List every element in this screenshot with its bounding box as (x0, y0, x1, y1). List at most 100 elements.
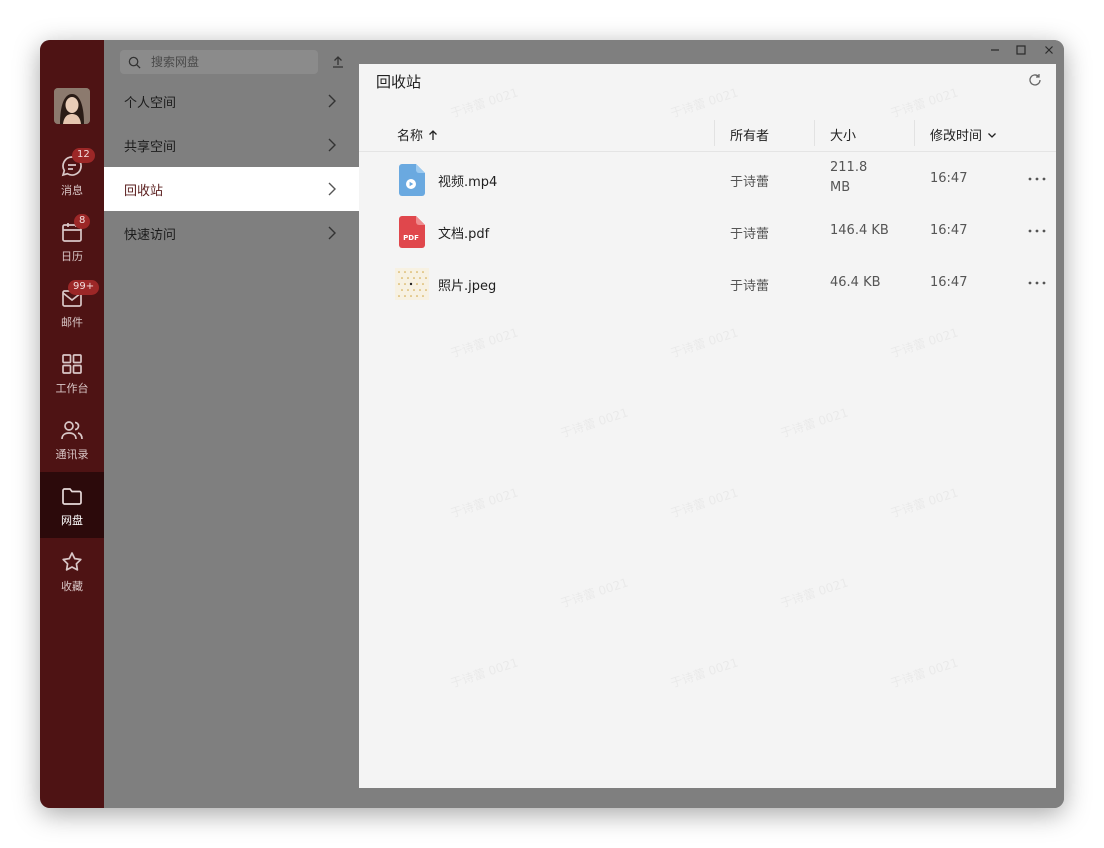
more-options-icon[interactable] (1027, 224, 1047, 238)
chevron-right-icon (328, 94, 336, 108)
upload-icon[interactable] (330, 54, 346, 70)
search-box (120, 50, 318, 74)
minimize-icon (991, 49, 999, 51)
sort-ascending-icon (429, 129, 437, 140)
pdf-badge-text: PDF (403, 234, 419, 242)
watermark: 于诗蕾 0021 (778, 404, 850, 442)
rail-item-mail[interactable]: 99+ 邮件 (40, 274, 104, 340)
chevron-right-icon (328, 226, 336, 240)
watermark: 于诗蕾 0021 (778, 574, 850, 612)
file-modified-time: 16:47 (930, 275, 968, 290)
watermark: 于诗蕾 0021 (668, 654, 740, 692)
column-owner[interactable]: 所有者 (730, 125, 769, 144)
pdf-file-icon: PDF (399, 216, 425, 248)
watermark: 于诗蕾 0021 (668, 84, 740, 122)
file-size: 146.4 KB (830, 223, 889, 238)
watermark: 于诗蕾 0021 (448, 484, 520, 522)
file-modified-time: 16:47 (930, 171, 968, 186)
rail-item-contacts[interactable]: 通讯录 (40, 406, 104, 472)
rail-label: 网盘 (61, 514, 83, 527)
nav-item-label: 快速访问 (124, 227, 177, 243)
watermark: 于诗蕾 0021 (888, 84, 960, 122)
file-modified-time: 16:47 (930, 223, 968, 238)
avatar[interactable] (54, 88, 90, 124)
folder-icon (62, 488, 82, 505)
watermark: 于诗蕾 0021 (558, 404, 630, 442)
file-size-unit: MB (830, 180, 851, 195)
mail-badge: 99+ (68, 280, 100, 295)
watermark: 于诗蕾 0021 (558, 574, 630, 612)
column-size-label: 大小 (830, 129, 857, 144)
nav-item-quick-access[interactable]: 快速访问 (104, 211, 359, 255)
search-icon (128, 56, 141, 69)
more-options-icon[interactable] (1027, 172, 1047, 186)
watermark: 于诗蕾 0021 (888, 654, 960, 692)
watermark: 于诗蕾 0021 (668, 324, 740, 362)
image-file-icon (395, 268, 429, 300)
calendar-badge: 8 (74, 214, 91, 229)
rail-label: 日历 (61, 250, 83, 263)
maximize-icon (1016, 45, 1026, 55)
file-size: 46.4 KB (830, 275, 881, 290)
rail-item-workbench[interactable]: 工作台 (40, 340, 104, 406)
star-icon (62, 552, 82, 571)
chevron-down-icon (988, 132, 996, 138)
search-input[interactable] (151, 55, 301, 69)
left-rail: 12 消息 8 日历 99+ 邮件 工作台 通讯录 网盘 收藏 (40, 40, 104, 808)
file-owner: 于诗蕾 (730, 175, 770, 190)
nav-item-label: 个人空间 (124, 95, 177, 111)
rail-label: 消息 (61, 184, 83, 197)
file-name[interactable]: 照片.jpeg (438, 275, 496, 294)
watermark: 于诗蕾 0021 (888, 484, 960, 522)
file-name[interactable]: 视频.mp4 (438, 171, 497, 190)
rail-label: 收藏 (61, 580, 83, 593)
table-row[interactable]: 视频.mp4 于诗蕾 211.8 MB 16:47 (359, 154, 1056, 206)
column-name-label: 名称 (397, 129, 424, 144)
watermark: 于诗蕾 0021 (448, 84, 520, 122)
table-header: 名称 所有者 大小 修改时间 (359, 117, 1056, 152)
table-row[interactable]: 照片.jpeg 于诗蕾 46.4 KB 16:47 (359, 258, 1056, 310)
file-owner: 于诗蕾 (730, 279, 770, 294)
chevron-right-icon (328, 138, 336, 152)
watermark: 于诗蕾 0021 (668, 484, 740, 522)
messages-badge: 12 (72, 148, 95, 163)
rail-item-messages[interactable]: 12 消息 (40, 142, 104, 208)
close-button[interactable] (1041, 42, 1057, 58)
nav-item-personal-space[interactable]: 个人空间 (104, 79, 359, 123)
table-row[interactable]: PDF 文档.pdf 于诗蕾 146.4 KB 16:47 (359, 206, 1056, 258)
column-separator (914, 120, 915, 146)
rail-label: 通讯录 (55, 448, 89, 461)
watermark: 于诗蕾 0021 (448, 654, 520, 692)
nav-item-recycle-bin[interactable]: 回收站 (104, 167, 359, 211)
maximize-button[interactable] (1013, 42, 1029, 58)
rail-item-calendar[interactable]: 8 日历 (40, 208, 104, 274)
watermark: 于诗蕾 0021 (448, 324, 520, 362)
app-window: 12 消息 8 日历 99+ 邮件 工作台 通讯录 网盘 收藏 搜索网盘 个人空… (40, 40, 1064, 808)
rail-item-drive[interactable]: 网盘 (40, 472, 104, 538)
rail-label: 工作台 (55, 382, 89, 395)
contacts-icon (61, 421, 83, 440)
rail-item-favorites[interactable]: 收藏 (40, 538, 104, 604)
page-title: 回收站 (376, 73, 422, 91)
column-separator (814, 120, 815, 146)
column-modified-label: 修改时间 (930, 129, 983, 144)
file-owner: 于诗蕾 (730, 227, 770, 242)
column-size[interactable]: 大小 (830, 125, 856, 144)
video-file-icon (399, 164, 425, 196)
drive-nav-panel: 个人空间 共享空间 回收站 快速访问 (104, 40, 359, 808)
column-separator (714, 120, 715, 146)
file-name[interactable]: 文档.pdf (438, 223, 489, 242)
main-area: 回收站 名称 所有者 大小 修改时间 视频.mp4 于诗蕾 211.8 MB 1… (359, 40, 1064, 808)
refresh-icon[interactable] (1028, 73, 1042, 87)
column-modified[interactable]: 修改时间 (930, 125, 998, 144)
nav-item-shared-space[interactable]: 共享空间 (104, 123, 359, 167)
column-name[interactable]: 名称 (397, 125, 439, 144)
chevron-right-icon (328, 182, 336, 196)
column-owner-label: 所有者 (730, 129, 770, 144)
more-options-icon[interactable] (1027, 276, 1047, 290)
minimize-button[interactable] (987, 42, 1003, 58)
close-icon (1045, 46, 1053, 54)
watermark: 于诗蕾 0021 (888, 324, 960, 362)
recycle-bin-panel: 回收站 名称 所有者 大小 修改时间 视频.mp4 于诗蕾 211.8 MB 1… (359, 64, 1056, 788)
nav-item-label: 共享空间 (124, 139, 177, 155)
